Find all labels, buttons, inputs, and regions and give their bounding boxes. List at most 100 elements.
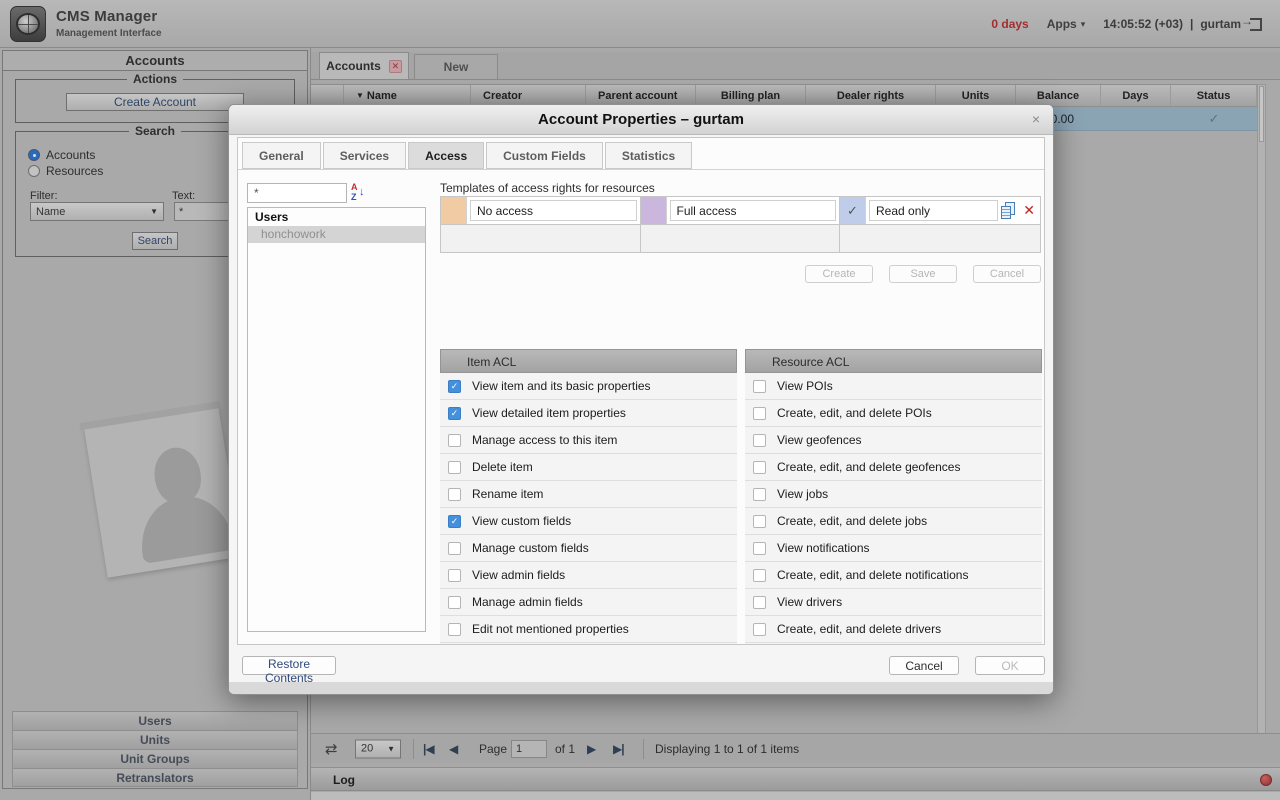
column-header[interactable]: ▼ Balance (1016, 85, 1101, 106)
acl-checkbox[interactable]: ✓ (448, 596, 461, 609)
globe-icon (16, 13, 40, 35)
chevron-down-icon: ▼ (387, 744, 395, 753)
dialog-tab-label: Statistics (622, 149, 675, 163)
restore-contents-button[interactable]: Restore Contents (242, 656, 336, 675)
dialog-tab[interactable]: Access (408, 142, 484, 169)
close-tab-icon[interactable]: ✕ (389, 60, 402, 73)
dialog-tab[interactable]: Custom Fields (486, 142, 603, 169)
dialog-titlebar[interactable]: Account Properties – gurtam × (229, 105, 1053, 135)
separator (413, 739, 414, 759)
acl-checkbox[interactable]: ✓ (753, 542, 766, 555)
acl-checkbox[interactable]: ✓ (753, 623, 766, 636)
sidebar-accordion-item[interactable]: Unit Groups (12, 749, 298, 768)
separator (643, 739, 644, 759)
sidebar-accordion-item[interactable]: Retranslators (12, 768, 298, 787)
user-filter-input[interactable] (247, 183, 347, 203)
days-counter[interactable]: 0 days (991, 17, 1028, 31)
template-action-button[interactable]: Cancel (973, 265, 1041, 283)
scrollbar-thumb[interactable] (1259, 86, 1264, 142)
acl-label: View detailed item properties (472, 406, 626, 420)
delete-template-icon[interactable]: ✕ (1023, 202, 1035, 219)
item-acl-list: ✓ View item and its basic properties ✓ V… (440, 373, 737, 645)
column-header[interactable]: ▼ Name (344, 85, 471, 106)
column-header[interactable]: ▼ Dealer rights (806, 85, 936, 106)
logout-icon[interactable] (1250, 18, 1262, 31)
template-name-input[interactable] (670, 200, 837, 221)
acl-label: Create, edit, and delete jobs (777, 514, 927, 528)
template-name-input[interactable] (470, 200, 637, 221)
acl-checkbox[interactable]: ✓ (753, 380, 766, 393)
copy-template-icon[interactable] (1001, 202, 1017, 220)
apps-menu[interactable]: Apps ▾ (1047, 17, 1086, 31)
acl-checkbox[interactable]: ✓ (753, 434, 766, 447)
acl-checkbox[interactable]: ✓ (448, 407, 461, 420)
dialog-tab[interactable]: Statistics (605, 142, 692, 169)
transfer-items-icon[interactable]: ⇄ (325, 740, 338, 758)
user-list-item[interactable]: honchowork (248, 226, 425, 243)
column-header[interactable]: ▼ Units (936, 85, 1016, 106)
search-button[interactable]: Search (132, 232, 178, 250)
table-scrollbar[interactable] (1257, 84, 1266, 734)
template-swatch[interactable]: ✓ (441, 197, 467, 224)
tab-new[interactable]: New (414, 54, 498, 79)
acl-checkbox[interactable]: ✓ (753, 569, 766, 582)
acl-checkbox[interactable]: ✓ (448, 461, 461, 474)
page-number-input[interactable] (511, 740, 547, 758)
dialog-ok-button[interactable]: OK (975, 656, 1045, 675)
sidebar-accordion-item[interactable]: Units (12, 730, 298, 749)
acl-checkbox[interactable]: ✓ (448, 488, 461, 501)
check-icon: ✓ (451, 408, 459, 419)
template-action-button[interactable]: Create (805, 265, 873, 283)
acl-checkbox[interactable]: ✓ (753, 596, 766, 609)
acl-checkbox[interactable]: ✓ (753, 407, 766, 420)
column-header[interactable]: ▼ Days (1101, 85, 1171, 106)
account-properties-dialog: Account Properties – gurtam × General Se… (228, 104, 1054, 695)
last-page-button[interactable]: ▶| (613, 742, 624, 756)
acl-checkbox[interactable]: ✓ (448, 434, 461, 447)
acl-checkbox[interactable]: ✓ (448, 515, 461, 528)
acl-checkbox[interactable]: ✓ (448, 623, 461, 636)
template-swatch[interactable]: ✓ (840, 197, 866, 224)
close-dialog-icon[interactable]: × (1032, 111, 1040, 127)
acl-checkbox[interactable]: ✓ (448, 569, 461, 582)
column-header[interactable]: ▼ Billing plan (696, 85, 806, 106)
app-header: CMS Manager Management Interface 0 days … (0, 0, 1280, 48)
acl-label: Create, edit, and delete drivers (777, 622, 941, 636)
sidebar-accordion-item[interactable]: Users (12, 711, 298, 730)
log-bar[interactable]: Log (311, 767, 1280, 791)
acl-row: ✓ View drivers (745, 589, 1042, 616)
dialog-tab[interactable]: General (242, 142, 321, 169)
acl-checkbox[interactable]: ✓ (753, 461, 766, 474)
acl-checkbox[interactable]: ✓ (448, 542, 461, 555)
accounts-radio[interactable]: Accounts (28, 148, 95, 162)
sort-az-icon[interactable]: A Z ↓ (351, 182, 367, 204)
filter-select[interactable]: Name ▼ (30, 202, 164, 221)
acl-checkbox[interactable]: ✓ (753, 488, 766, 501)
column-header[interactable]: ▼ Parent account (586, 85, 696, 106)
template-action-button[interactable]: Save (889, 265, 957, 283)
dialog-cancel-button[interactable]: Cancel (889, 656, 959, 675)
users-items: honchowork (248, 226, 425, 243)
tab-accounts[interactable]: Accounts ✕ (319, 52, 409, 79)
acl-checkbox[interactable]: ✓ (753, 515, 766, 528)
sort-desc-icon: ▼ (356, 91, 364, 100)
template-cell: ✓ ✕ (641, 197, 841, 224)
column-header[interactable]: ▼ Creator (471, 85, 586, 106)
acl-row: ✓ View geofences (745, 427, 1042, 454)
first-page-button[interactable]: |◀ (423, 742, 434, 756)
acl-checkbox[interactable]: ✓ (448, 380, 461, 393)
tabs-divider (238, 169, 1044, 170)
page-size-select[interactable]: 20 ▼ (355, 739, 401, 758)
log-status-icon[interactable] (1260, 774, 1272, 786)
acl-row: ✓ View detailed item properties (440, 400, 737, 427)
acl-row: ✓ Manage custom fields (440, 535, 737, 562)
create-account-button[interactable]: Create Account (66, 93, 244, 111)
column-header[interactable]: ▼ Status (1171, 85, 1257, 106)
template-name-input[interactable] (869, 200, 998, 221)
resources-radio[interactable]: Resources (28, 164, 103, 178)
previous-page-button[interactable]: ◀ (449, 742, 457, 756)
next-page-button[interactable]: ▶ (587, 742, 595, 756)
dialog-tab[interactable]: Services (323, 142, 406, 169)
column-header-label: Balance (1037, 90, 1079, 102)
template-swatch[interactable]: ✓ (641, 197, 667, 224)
